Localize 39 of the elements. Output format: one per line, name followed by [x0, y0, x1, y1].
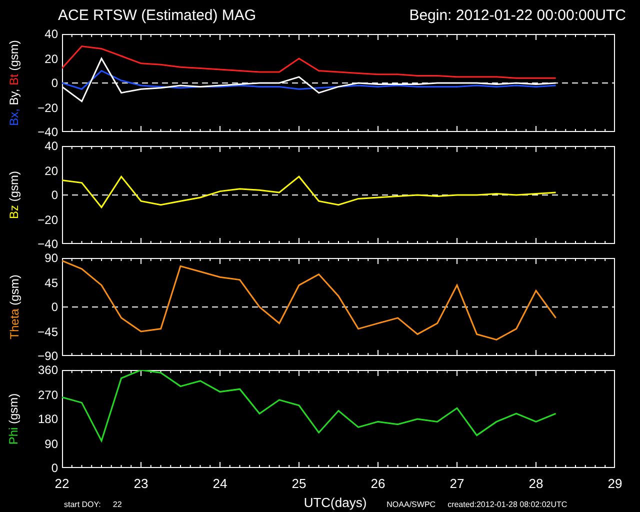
- y-tick-label: −40: [38, 238, 58, 250]
- x-tick-label: 26: [370, 476, 386, 492]
- created-time: created:2012-01-28 08:02:02UTC: [448, 500, 568, 510]
- x-tick-label: 25: [290, 476, 308, 492]
- y-tick-label: 0: [51, 462, 58, 474]
- y-tick-label: −20: [38, 214, 58, 226]
- y-tick-label: 0: [51, 189, 58, 201]
- y-tick-label: −45: [38, 326, 58, 338]
- y-tick-label: 0: [51, 77, 58, 89]
- x-tick-label: 22: [54, 476, 70, 492]
- y-axis-label: Bx, By, Bt (gsm): [8, 40, 20, 126]
- start-doy-value: 22: [112, 500, 122, 510]
- y-tick-label: 270: [38, 388, 58, 400]
- y-tick-label: 20: [44, 164, 58, 176]
- y-axis-label: Bz (gsm): [8, 171, 20, 219]
- y-tick-label: 40: [44, 140, 58, 152]
- y-tick-label: 90: [44, 252, 58, 264]
- y-tick-label: 45: [44, 276, 58, 288]
- y-tick-label: 360: [38, 364, 58, 376]
- y-axis-label: Phi (gsm): [8, 393, 20, 445]
- y-tick-label: −20: [38, 102, 58, 114]
- y-tick-label: 0: [51, 301, 58, 313]
- begin-time: Begin: 2012-01-22 00:00:00UTC: [409, 7, 626, 26]
- y-tick-label: 90: [44, 438, 58, 450]
- x-tick-label: 24: [212, 476, 228, 492]
- y-tick-label: −40: [38, 126, 58, 138]
- y-axis-label: Theta (gsm): [8, 274, 20, 340]
- x-tick-label: 27: [448, 476, 466, 492]
- y-tick-label: 40: [44, 28, 58, 40]
- x-tick-label: 29: [606, 476, 624, 492]
- source-label: NOAA/SWPC: [386, 500, 436, 510]
- x-tick-label: 23: [132, 476, 150, 492]
- y-tick-label: 20: [44, 52, 58, 64]
- x-tick-label: 28: [528, 476, 544, 492]
- y-tick-label: 180: [38, 413, 58, 425]
- chart-title: ACE RTSW (Estimated) MAG: [58, 7, 256, 26]
- x-axis-label: UTC(days): [304, 495, 367, 510]
- y-tick-label: −90: [38, 350, 58, 362]
- start-doy-label: start DOY:: [64, 500, 101, 510]
